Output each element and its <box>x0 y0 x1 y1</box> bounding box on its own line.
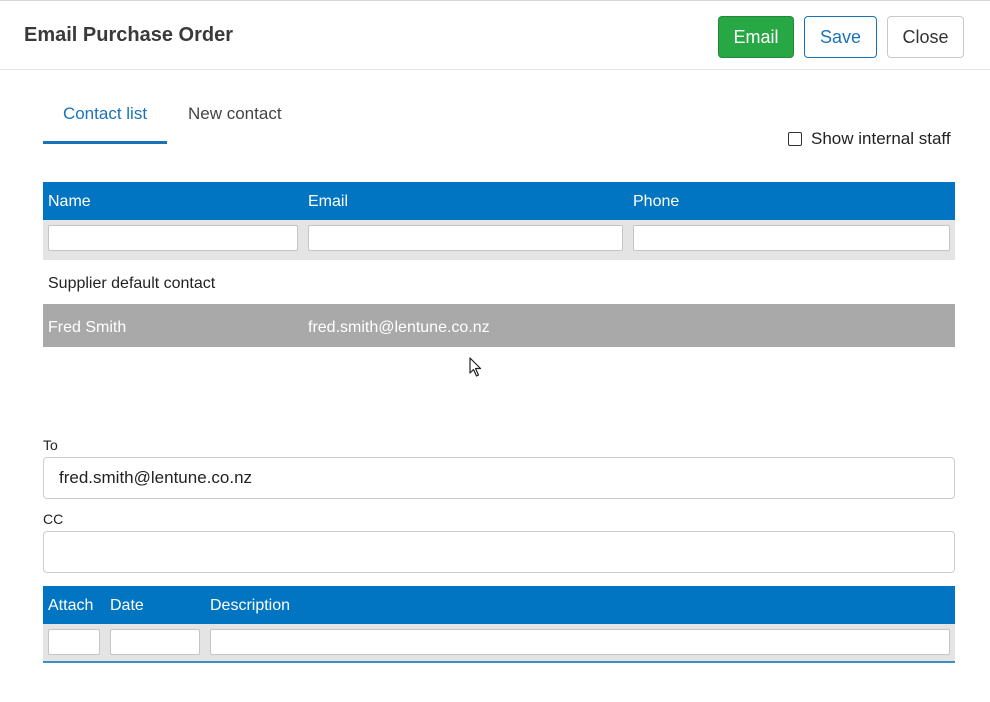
email-purchase-order-dialog: Email Purchase Order Email Save Close Co… <box>0 0 990 702</box>
contact-email: fred.smith@lentune.co.nz <box>308 319 490 336</box>
attach-filter-input[interactable] <box>48 629 100 655</box>
close-button[interactable]: Close <box>887 16 964 58</box>
column-header-email[interactable]: Email <box>308 193 348 211</box>
contact-filter-row <box>43 220 955 260</box>
tab-contact-list[interactable]: Contact list <box>43 104 167 144</box>
mouse-cursor-icon <box>469 357 482 377</box>
attachments-filter-row <box>43 624 955 661</box>
contact-grid-header: Name Email Phone <box>43 182 955 220</box>
cc-input[interactable] <box>43 531 955 573</box>
attachments-grid-header: Attach Date Description <box>43 586 955 624</box>
dialog-header: Email Purchase Order Email Save Close <box>0 1 990 70</box>
date-filter-input[interactable] <box>110 629 200 655</box>
phone-filter-input[interactable] <box>633 225 950 251</box>
attachments-grid-bottom-border <box>43 661 955 663</box>
column-header-description[interactable]: Description <box>210 597 290 615</box>
save-button[interactable]: Save <box>804 16 877 58</box>
to-label: To <box>43 437 58 453</box>
show-internal-staff-checkbox[interactable] <box>788 132 802 146</box>
column-header-date[interactable]: Date <box>110 597 144 615</box>
show-internal-staff-toggle[interactable]: Show internal staff <box>788 129 951 149</box>
email-button[interactable]: Email <box>718 16 794 58</box>
column-header-phone[interactable]: Phone <box>633 193 679 211</box>
cc-label: CC <box>43 511 64 527</box>
email-filter-input[interactable] <box>308 225 623 251</box>
dialog-title: Email Purchase Order <box>24 24 233 46</box>
contact-group-label: Supplier default contact <box>48 275 216 292</box>
column-header-attach[interactable]: Attach <box>48 597 93 615</box>
name-filter-input[interactable] <box>48 225 298 251</box>
column-header-name[interactable]: Name <box>48 193 91 211</box>
description-filter-input[interactable] <box>210 629 950 655</box>
table-row[interactable]: Fred Smith fred.smith@lentune.co.nz <box>43 304 955 347</box>
show-internal-staff-label: Show internal staff <box>811 129 951 148</box>
tab-new-contact[interactable]: New contact <box>188 104 282 124</box>
contact-name: Fred Smith <box>48 319 127 336</box>
to-input[interactable]: fred.smith@lentune.co.nz <box>43 457 955 499</box>
